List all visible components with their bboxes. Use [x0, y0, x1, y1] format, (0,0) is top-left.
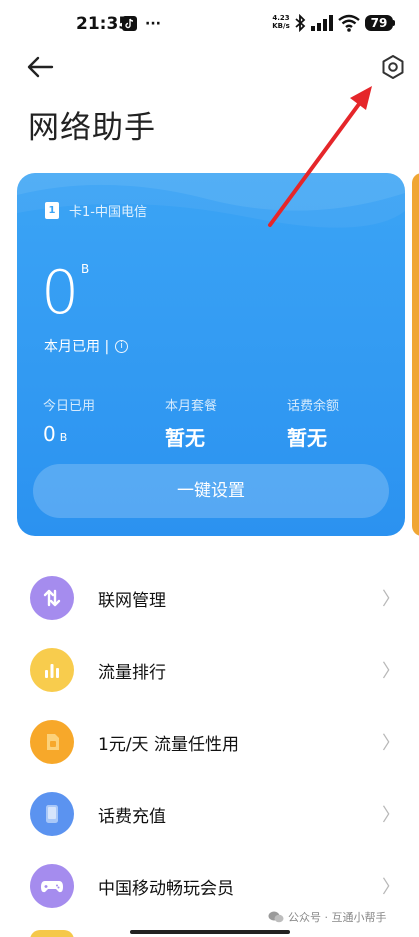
watermark: 公众号 · 互通小帮手 — [268, 909, 387, 925]
home-indicator[interactable] — [130, 930, 290, 934]
chevron-right-icon: 〉 — [382, 805, 400, 826]
battery-indicator: 79 — [365, 15, 393, 31]
settings-button[interactable] — [378, 52, 408, 82]
sim-card-icon: 1 — [45, 202, 59, 219]
menu-label: 话费充值 — [98, 806, 166, 827]
menu-label: 流量排行 — [98, 662, 166, 683]
sim-carrier: 卡1-中国电信 — [69, 205, 147, 220]
monthly-usage-unit: B — [81, 262, 90, 276]
chevron-right-icon: 〉 — [382, 877, 400, 898]
gamepad-icon — [30, 864, 74, 908]
monthly-usage-value: 0 — [41, 258, 80, 328]
sim-label: 1 卡1-中国电信 — [45, 201, 147, 220]
sim-card-icon — [30, 720, 74, 764]
bluetooth-icon — [295, 14, 306, 32]
up-down-arrows-icon — [30, 576, 74, 620]
next-menu-icon-peek — [30, 930, 74, 937]
menu-item-daily-plan[interactable]: 1元/天 流量任性用 〉 — [0, 706, 419, 778]
network-speed: 4.23 KB/s — [272, 14, 290, 30]
stat-today: 今日已用 0B — [43, 399, 96, 446]
info-icon[interactable]: i — [115, 339, 129, 353]
phone-icon — [30, 792, 74, 836]
tiktok-icon — [122, 16, 137, 31]
status-bar: 21:35 ··· 4.23 KB/s 79 — [0, 0, 419, 46]
arrow-left-icon — [27, 56, 54, 78]
wechat-icon — [268, 911, 284, 923]
bar-chart-icon — [30, 648, 74, 692]
monthly-usage-label: 本月已用 | i — [44, 336, 129, 356]
menu-label: 1元/天 流量任性用 — [98, 734, 239, 755]
battery-tip — [393, 20, 395, 26]
back-button[interactable] — [26, 52, 56, 82]
menu-item-recharge[interactable]: 话费充值 〉 — [0, 778, 419, 850]
chevron-right-icon: 〉 — [382, 733, 400, 754]
menu-label: 中国移动畅玩会员 — [98, 878, 234, 899]
signal-icon — [311, 15, 333, 31]
stat-monthly-plan: 本月套餐 暂无 — [165, 399, 218, 450]
wifi-icon — [338, 14, 360, 32]
stat-balance: 话费余额 暂无 — [287, 399, 340, 450]
menu-item-network-management[interactable]: 联网管理 〉 — [0, 562, 419, 634]
menu-label: 联网管理 — [98, 590, 166, 611]
chevron-right-icon: 〉 — [382, 589, 400, 610]
notification-dots: ··· — [145, 16, 161, 32]
chevron-right-icon: 〉 — [382, 661, 400, 682]
sim-data-card[interactable]: 1 卡1-中国电信 0 B 本月已用 | i 今日已用 0B 本月套餐 暂无 话… — [17, 173, 405, 536]
page-title: 网络助手 — [28, 110, 156, 146]
gear-icon — [382, 55, 404, 79]
next-card-peek[interactable] — [412, 173, 419, 536]
one-click-setup-button[interactable]: 一键设置 — [33, 464, 389, 518]
menu-item-traffic-ranking[interactable]: 流量排行 〉 — [0, 634, 419, 706]
